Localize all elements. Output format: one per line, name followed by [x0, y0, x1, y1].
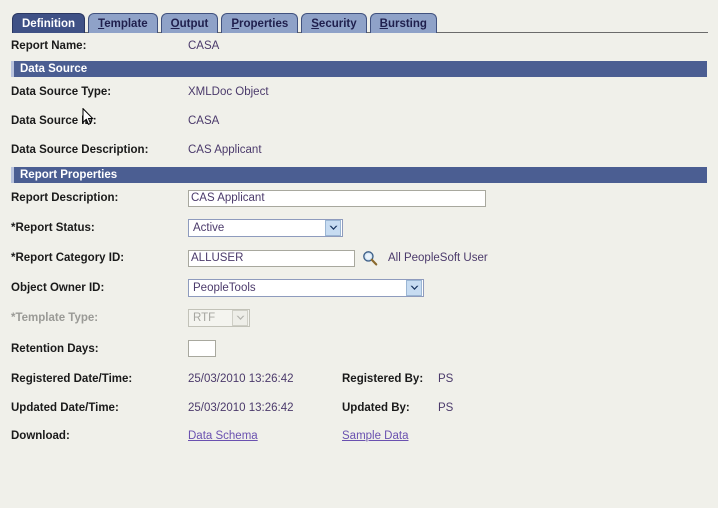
- row-report-name: Report Name: CASA: [11, 33, 707, 58]
- row-updated: Updated Date/Time: 25/03/2010 13:26:42 U…: [11, 393, 707, 422]
- row-object-owner: Object Owner ID: PeopleTools: [11, 273, 707, 303]
- row-report-status: *Report Status: Active: [11, 213, 707, 243]
- row-retention-days: Retention Days:: [11, 333, 707, 364]
- section-header-report-properties: Report Properties: [11, 167, 707, 183]
- tab-properties-accel: P: [231, 18, 240, 30]
- row-registered: Registered Date/Time: 25/03/2010 13:26:4…: [11, 364, 707, 393]
- data-source-description-label: Data Source Description:: [11, 143, 149, 156]
- section-header-data-source: Data Source: [11, 61, 707, 77]
- tab-definition-label: Definition: [22, 18, 76, 30]
- report-name-value: CASA: [188, 39, 220, 52]
- tab-bursting[interactable]: Bursting: [369, 13, 437, 33]
- row-data-source-description: Data Source Description: CAS Applicant: [11, 135, 707, 164]
- tab-output-accel: O: [170, 18, 180, 30]
- download-link-data-schema[interactable]: Data Schema: [188, 430, 258, 442]
- object-owner-select[interactable]: PeopleTools: [188, 279, 424, 297]
- object-owner-label: Object Owner ID:: [11, 282, 105, 294]
- report-status-value: Active: [193, 222, 225, 234]
- object-owner-value: PeopleTools: [193, 282, 256, 294]
- template-type-select: RTF: [188, 309, 250, 327]
- tab-security-label: ecurity: [318, 18, 357, 30]
- registered-datetime-value: 25/03/2010 13:26:42: [188, 372, 294, 385]
- row-data-source-id: Data Source ID: CASA: [11, 106, 707, 135]
- row-report-description: Report Description:: [11, 183, 707, 213]
- report-description-label: Report Description:: [11, 192, 119, 204]
- chevron-down-icon: [232, 310, 248, 326]
- updated-by-value: PS: [438, 401, 454, 414]
- template-type-value: RTF: [193, 312, 216, 324]
- data-source-type-label: Data Source Type:: [11, 85, 112, 98]
- report-description-input[interactable]: [188, 189, 486, 207]
- tab-properties[interactable]: Properties: [221, 13, 299, 33]
- template-type-label: *Template Type:: [11, 312, 99, 324]
- updated-by-label: Updated By:: [342, 401, 410, 414]
- report-status-select[interactable]: Active: [188, 219, 343, 237]
- row-report-category: *Report Category ID: All PeopleSoft User: [11, 243, 707, 273]
- tab-template[interactable]: Template: [88, 13, 158, 33]
- row-template-type: *Template Type: RTF: [11, 303, 707, 333]
- row-download: Download: Data Schema Sample Data: [11, 422, 707, 450]
- definition-form: Report Name: CASA Data Source Data Sourc…: [0, 33, 718, 450]
- tab-definition[interactable]: Definition: [12, 13, 86, 33]
- registered-by-value: PS: [438, 372, 454, 385]
- registered-by-label: Registered By:: [342, 372, 424, 385]
- data-source-type-value: XMLDoc Object: [188, 85, 269, 98]
- data-source-id-label: Data Source ID:: [11, 114, 97, 127]
- tab-strip: Definition Template Output Properties Se…: [0, 0, 718, 33]
- tab-template-label: emplate: [104, 18, 148, 30]
- chevron-down-icon: [325, 220, 341, 236]
- updated-datetime-label: Updated Date/Time:: [11, 401, 119, 414]
- row-data-source-type: Data Source Type: XMLDoc Object: [11, 77, 707, 106]
- data-source-id-value: CASA: [188, 114, 220, 127]
- tab-bursting-accel: B: [379, 18, 388, 30]
- report-category-input[interactable]: [188, 249, 355, 267]
- report-status-label: *Report Status:: [11, 222, 95, 234]
- tab-output[interactable]: Output: [160, 13, 219, 33]
- report-category-description: All PeopleSoft User: [388, 252, 488, 264]
- tab-output-label: utput: [179, 18, 209, 30]
- retention-days-input[interactable]: [188, 340, 216, 357]
- magnifier-icon[interactable]: [362, 250, 378, 266]
- chevron-down-icon: [406, 280, 422, 296]
- tab-properties-label: roperties: [239, 18, 289, 30]
- download-label: Download:: [11, 430, 70, 442]
- report-name-label: Report Name:: [11, 39, 87, 52]
- registered-datetime-label: Registered Date/Time:: [11, 372, 133, 385]
- retention-days-label: Retention Days:: [11, 342, 99, 355]
- tab-security[interactable]: Security: [301, 13, 367, 33]
- section-header-report-properties-label: Report Properties: [20, 169, 118, 181]
- data-source-description-value: CAS Applicant: [188, 143, 262, 156]
- section-header-data-source-label: Data Source: [20, 63, 88, 75]
- download-link-sample-data[interactable]: Sample Data: [342, 430, 408, 442]
- tab-bursting-label: ursting: [387, 18, 427, 30]
- tab-security-accel: S: [311, 18, 319, 30]
- report-category-label: *Report Category ID:: [11, 252, 125, 264]
- tab-list: Definition Template Output Properties Se…: [12, 0, 718, 33]
- updated-datetime-value: 25/03/2010 13:26:42: [188, 401, 294, 414]
